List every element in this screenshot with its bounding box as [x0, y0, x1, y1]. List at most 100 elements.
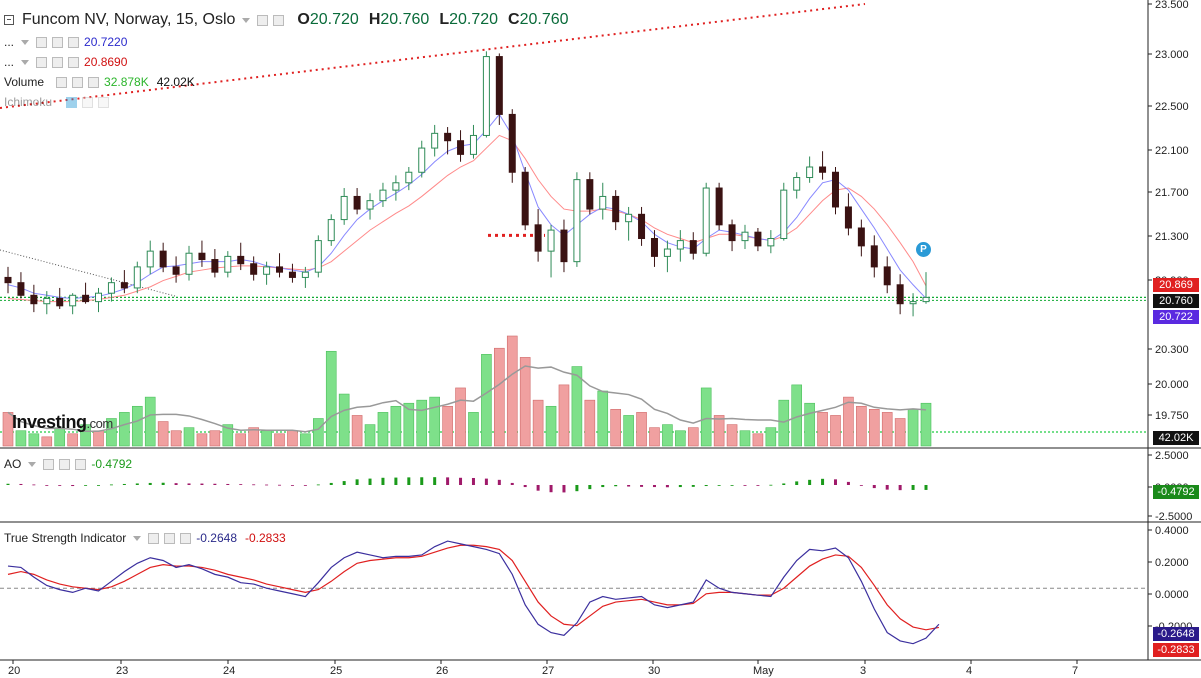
chevron-down-icon[interactable]: [242, 17, 251, 23]
ao-bar: [549, 485, 553, 493]
visibility-icon[interactable]: [56, 76, 68, 88]
candle: [69, 294, 77, 307]
candle: [4, 276, 12, 284]
candle: [793, 177, 801, 191]
candle: [922, 296, 930, 303]
candle: [638, 213, 646, 240]
settings-icon[interactable]: [273, 14, 285, 26]
ao-bar: [446, 477, 450, 485]
settings-icon[interactable]: [52, 56, 64, 68]
volume-bar: [726, 424, 738, 447]
ao-bar: [665, 485, 669, 488]
price-tick-label: 21.300: [1155, 231, 1189, 243]
ao-bar: [717, 485, 721, 486]
tsi-tag: -0.2648: [1153, 627, 1199, 641]
price-tick-label: 20.000: [1155, 379, 1189, 391]
volume-bar: [739, 430, 751, 447]
volume-bar: [28, 433, 40, 447]
ao-bar: [471, 477, 475, 485]
settings-icon[interactable]: [72, 76, 84, 88]
ao-bar: [394, 477, 398, 485]
ao-bar: [420, 477, 424, 485]
tsi-name: True Strength Indicator: [4, 531, 127, 545]
ao-bar: [84, 485, 88, 486]
chevron-down-icon[interactable]: [21, 59, 30, 65]
close-icon[interactable]: [68, 36, 80, 48]
close-icon[interactable]: [88, 76, 100, 88]
time-tick-label: 26: [436, 665, 448, 677]
candle: [172, 266, 180, 275]
chart-canvas[interactable]: 23.50023.00022.50022.10021.70021.30020.9…: [0, 0, 1201, 678]
ao-bar: [381, 477, 385, 485]
candle: [806, 166, 814, 179]
volume-bar: [558, 384, 570, 447]
chevron-down-icon[interactable]: [133, 535, 142, 541]
volume-bar: [868, 409, 880, 447]
p-marker[interactable]: P: [916, 242, 931, 257]
ao-tick-label: -2.5000: [1155, 511, 1192, 523]
chevron-down-icon[interactable]: [28, 461, 37, 467]
candle: [676, 240, 684, 250]
volume-bar: [157, 421, 169, 447]
symbol-title: Funcom NV, Norway, 15, Oslo: [22, 11, 236, 28]
ichimoku-name: Ichimoku: [4, 95, 53, 109]
chevron-down-icon[interactable]: [21, 39, 30, 45]
ao-tag: -0.4792: [1153, 485, 1199, 499]
candle: [469, 134, 477, 155]
visibility-icon[interactable]: [43, 458, 55, 470]
candle: [327, 219, 335, 242]
ao-bar: [678, 485, 682, 488]
collapse-icon[interactable]: [4, 15, 14, 25]
visibility-icon[interactable]: [148, 532, 160, 544]
candle: [405, 171, 413, 184]
time-tick-label: 3: [860, 665, 866, 677]
visibility-icon[interactable]: [36, 56, 48, 68]
candle: [612, 195, 620, 223]
time-tick-label: May: [753, 665, 774, 677]
candle: [224, 255, 232, 273]
ma1-price-tag: 20.722: [1153, 310, 1199, 324]
close-icon[interactable]: [180, 532, 192, 544]
volume-bar: [481, 354, 492, 447]
volume-bar: [325, 350, 337, 447]
ao-bar: [691, 485, 695, 487]
volume-bar: [597, 390, 609, 447]
volume-bar: [468, 412, 479, 447]
candle: [870, 245, 878, 268]
visibility-icon[interactable]: [36, 36, 48, 48]
candle: [625, 213, 633, 223]
close-icon[interactable]: [68, 56, 80, 68]
volume-bar: [532, 399, 544, 447]
settings-icon[interactable]: [59, 458, 71, 470]
ao-bar: [303, 485, 307, 486]
price-tick-label: 22.500: [1155, 101, 1189, 113]
ao-name: AO: [4, 457, 22, 471]
settings-icon[interactable]: [257, 14, 269, 26]
volume-bar: [338, 393, 350, 447]
close-icon[interactable]: [98, 96, 110, 108]
ao-bar: [743, 485, 747, 486]
ao-bar: [859, 485, 863, 486]
settings-icon[interactable]: [164, 532, 176, 544]
candle: [431, 132, 439, 149]
ao-bar: [433, 477, 437, 485]
close-icon[interactable]: [75, 458, 87, 470]
candle: [185, 252, 193, 275]
ao-bar: [782, 483, 786, 485]
settings-icon[interactable]: [52, 36, 64, 48]
volume-bar: [455, 387, 466, 447]
volume-bar: [429, 396, 440, 447]
ma1-name: ...: [4, 35, 15, 49]
ao-bar: [355, 479, 359, 485]
ao-bar: [97, 485, 101, 486]
volume-bar: [881, 412, 893, 447]
ao-bar: [601, 485, 605, 488]
ma2-legend: ... 20.8690: [4, 55, 127, 69]
volume-bar: [830, 415, 841, 447]
volume-bar: [274, 433, 285, 447]
candle: [43, 297, 51, 305]
candle: [301, 271, 309, 278]
volume-name: Volume: [4, 75, 45, 89]
settings-icon[interactable]: [82, 96, 94, 108]
visibility-icon[interactable]: [66, 96, 78, 108]
